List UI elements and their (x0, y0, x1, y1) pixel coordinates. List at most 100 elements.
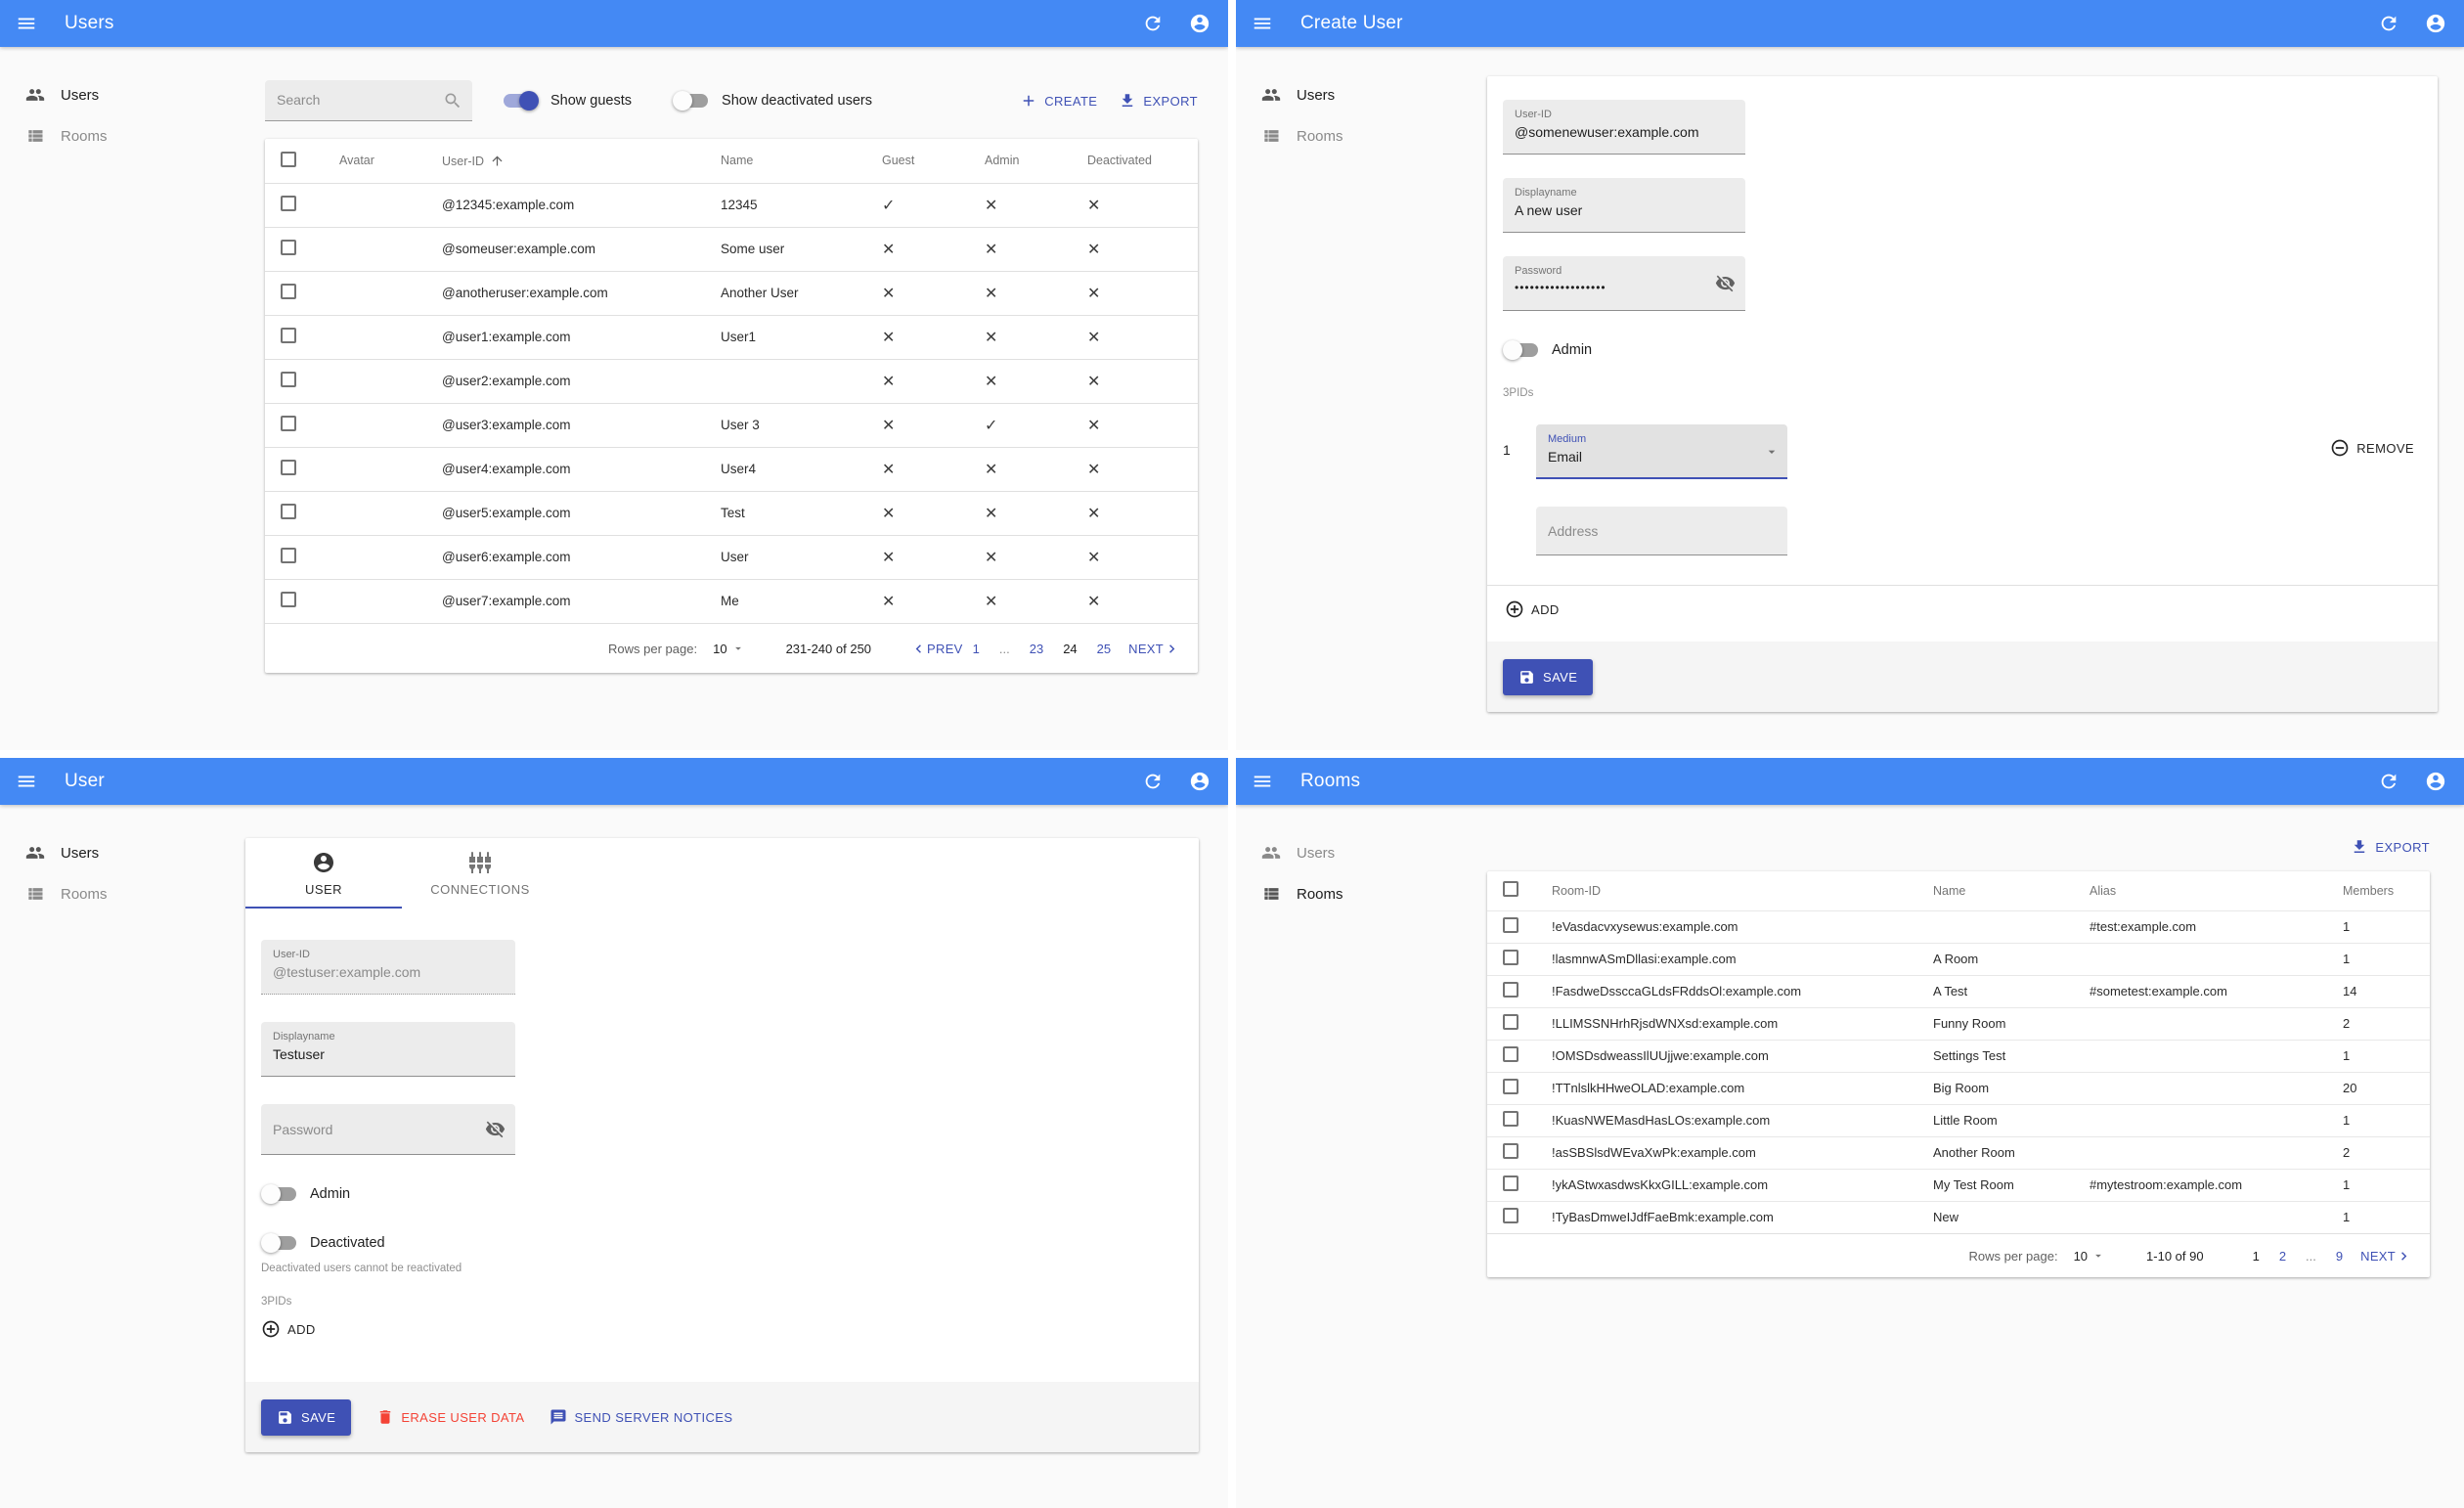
refresh-icon[interactable] (1142, 13, 1164, 34)
row-checkbox[interactable] (281, 504, 296, 519)
medium-select[interactable]: Medium Email (1536, 424, 1787, 479)
password-field[interactable]: Password (261, 1104, 515, 1155)
tab-connections[interactable]: CONNECTIONS (402, 838, 558, 909)
sidebar-item-users[interactable]: Users (0, 832, 240, 873)
menu-icon[interactable] (16, 771, 37, 792)
visibility-off-icon[interactable] (485, 1119, 506, 1139)
send-server-notices-button[interactable]: SEND SERVER NOTICES (550, 1408, 732, 1426)
select-all-checkbox[interactable] (281, 151, 296, 167)
user-row[interactable]: @user2:example.com ✕ ✕ ✕ (265, 358, 1198, 403)
account-icon[interactable] (2425, 771, 2446, 792)
account-icon[interactable] (1189, 771, 1210, 792)
user-row[interactable]: @user4:example.com User4 ✕ ✕ ✕ (265, 446, 1198, 491)
erase-user-data-button[interactable]: ERASE USER DATA (376, 1408, 524, 1426)
sidebar-item-users[interactable]: Users (1236, 832, 1475, 873)
remove-threepid-button[interactable]: REMOVE (2330, 438, 2414, 458)
tab-user[interactable]: USER (245, 838, 402, 909)
visibility-off-icon[interactable] (1715, 273, 1736, 293)
export-button[interactable]: EXPORT (1119, 92, 1198, 110)
save-button[interactable]: SAVE (1503, 658, 1594, 695)
room-row[interactable]: !asSBSlsdWEvaXwPk:example.com Another Roo… (1487, 1135, 2430, 1169)
create-button[interactable]: CREATE (1020, 92, 1097, 110)
row-checkbox[interactable] (281, 592, 296, 608)
next-page-button[interactable]: NEXT (1128, 641, 1180, 657)
room-row[interactable]: !TTnlslkHHweOLAD:example.com Big Room 20 (1487, 1071, 2430, 1104)
sidebar-item-rooms[interactable]: Rooms (0, 873, 240, 914)
export-button[interactable]: EXPORT (2351, 838, 2430, 856)
sidebar-item-users[interactable]: Users (0, 74, 240, 115)
row-checkbox[interactable] (281, 416, 296, 431)
row-checkbox[interactable] (1503, 950, 1518, 965)
show-guests-toggle[interactable] (502, 91, 539, 111)
row-checkbox[interactable] (1503, 1014, 1518, 1030)
page-button-25[interactable]: 25 (1097, 642, 1111, 656)
page-button-9[interactable]: 9 (2336, 1249, 2343, 1264)
row-checkbox[interactable] (1503, 1175, 1518, 1191)
row-checkbox[interactable] (1503, 1111, 1518, 1127)
row-checkbox[interactable] (281, 196, 296, 211)
user-row[interactable]: @user3:example.com User 3 ✕ ✓ ✕ (265, 402, 1198, 447)
row-checkbox[interactable] (1503, 1079, 1518, 1094)
column-header-alias[interactable]: Alias (2074, 871, 2299, 910)
account-icon[interactable] (2425, 13, 2446, 34)
prev-page-button[interactable]: PREV (910, 641, 963, 657)
row-checkbox[interactable] (1503, 1046, 1518, 1062)
user-row[interactable]: @user5:example.com Test ✕ ✕ ✕ (265, 490, 1198, 535)
row-checkbox[interactable] (281, 460, 296, 475)
save-button[interactable]: SAVE (261, 1398, 352, 1436)
next-page-button[interactable]: NEXT (2360, 1248, 2412, 1264)
row-checkbox[interactable] (281, 240, 296, 255)
column-header-members[interactable]: Members (2299, 871, 2430, 910)
refresh-icon[interactable] (1142, 771, 1164, 792)
displayname-field[interactable]: Displayname Testuser (261, 1022, 515, 1077)
row-checkbox[interactable] (1503, 982, 1518, 998)
refresh-icon[interactable] (2378, 13, 2399, 34)
page-button-2[interactable]: 2 (2279, 1249, 2286, 1264)
sidebar-item-users[interactable]: Users (1236, 74, 1475, 115)
room-row[interactable]: !OMSDsdweassIlUUjjwe:example.com Settings… (1487, 1039, 2430, 1072)
row-checkbox[interactable] (281, 284, 296, 299)
sidebar-item-rooms[interactable]: Rooms (1236, 873, 1475, 914)
row-checkbox[interactable] (281, 548, 296, 563)
row-checkbox[interactable] (281, 328, 296, 343)
column-header-name[interactable]: Name (1917, 871, 2074, 910)
menu-icon[interactable] (1252, 13, 1273, 34)
page-button-1[interactable]: 1 (973, 642, 980, 656)
select-all-checkbox[interactable] (1503, 881, 1518, 898)
room-row[interactable]: !LLIMSSNHrhRjsdWNXsd:example.com Funny Ro… (1487, 1006, 2430, 1040)
column-header-room-id[interactable]: Room-ID (1536, 871, 1917, 910)
user-row[interactable]: @someuser:example.com Some user ✕ ✕ ✕ (265, 226, 1198, 271)
room-row[interactable]: !FasdweDssccaGLdsFRddsOl:example.com A Te… (1487, 974, 2430, 1007)
deactivated-toggle[interactable] (261, 1233, 298, 1253)
address-input[interactable]: Address (1536, 507, 1787, 555)
user-row[interactable]: @user1:example.com User1 ✕ ✕ ✕ (265, 314, 1198, 359)
user-row[interactable]: @anotheruser:example.com Another User ✕ ✕ ✕ (265, 270, 1198, 315)
rows-per-page-select[interactable]: 10 (713, 642, 744, 656)
add-threepid-button[interactable]: ADD (1505, 599, 1560, 619)
room-row[interactable]: !ykAStwxasdwsKkxGILL:example.com My Test … (1487, 1168, 2430, 1201)
row-checkbox[interactable] (1503, 1143, 1518, 1159)
menu-icon[interactable] (16, 13, 37, 34)
user-row[interactable]: @user6:example.com User ✕ ✕ ✕ (265, 534, 1198, 579)
column-header-name[interactable]: Name (705, 139, 866, 183)
user-row[interactable]: @user7:example.com Me ✕ ✕ ✕ (265, 578, 1198, 623)
admin-toggle[interactable] (1503, 340, 1540, 360)
column-header-admin[interactable]: Admin (969, 139, 1072, 183)
row-checkbox[interactable] (1503, 1208, 1518, 1224)
show-deactivated-toggle[interactable] (673, 91, 710, 111)
user-id-field[interactable]: User-ID @somenewuser:example.com (1503, 100, 1745, 155)
refresh-icon[interactable] (2378, 771, 2399, 792)
room-row[interactable]: !eVasdacvxysewus:example.com #test:exampl… (1487, 909, 2430, 943)
sidebar-item-rooms[interactable]: Rooms (0, 115, 240, 156)
room-row[interactable]: !TyBasDmweIJdfFaeBmk:example.com New 1 (1487, 1200, 2430, 1233)
menu-icon[interactable] (1252, 771, 1273, 792)
room-row[interactable]: !KuasNWEMasdHasLOs:example.com Little Roo… (1487, 1103, 2430, 1136)
displayname-field[interactable]: Displayname A new user (1503, 178, 1745, 233)
column-header-deactivated[interactable]: Deactivated (1072, 139, 1198, 183)
column-header-guest[interactable]: Guest (866, 139, 969, 183)
add-threepid-button[interactable]: ADD (261, 1319, 316, 1339)
column-header-user-id[interactable]: User-ID (426, 139, 705, 183)
password-field[interactable]: Password •••••••••••••••••• (1503, 256, 1745, 311)
room-row[interactable]: !lasmnwASmDllasi:example.com A Room 1 (1487, 942, 2430, 975)
account-icon[interactable] (1189, 13, 1210, 34)
